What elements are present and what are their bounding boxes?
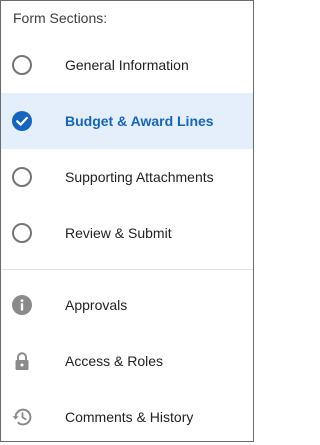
section-item-budget-award-lines[interactable]: Budget & Award Lines bbox=[1, 93, 253, 149]
link-item-comments-history[interactable]: Comments & History bbox=[1, 389, 253, 445]
form-sections-panel: Form Sections: General Information Budge… bbox=[0, 0, 254, 442]
section-item-review-submit[interactable]: Review & Submit bbox=[1, 205, 253, 261]
divider bbox=[1, 269, 253, 270]
check-circle-icon[interactable] bbox=[11, 110, 33, 132]
section-item-general-information[interactable]: General Information bbox=[1, 37, 253, 93]
section-label: General Information bbox=[65, 57, 189, 73]
link-label: Access & Roles bbox=[65, 353, 164, 369]
lock-icon bbox=[11, 350, 33, 372]
link-label: Comments & History bbox=[65, 409, 194, 425]
link-item-approvals[interactable]: Approvals bbox=[1, 277, 253, 333]
section-label: Review & Submit bbox=[65, 225, 172, 241]
info-icon bbox=[11, 294, 33, 316]
radio-unchecked-icon[interactable] bbox=[11, 166, 33, 188]
link-label: Approvals bbox=[65, 297, 128, 313]
link-item-access-roles[interactable]: Access & Roles bbox=[1, 333, 253, 389]
radio-unchecked-icon[interactable] bbox=[11, 54, 33, 76]
section-item-supporting-attachments[interactable]: Supporting Attachments bbox=[1, 149, 253, 205]
panel-title: Form Sections: bbox=[13, 10, 108, 26]
radio-unchecked-icon[interactable] bbox=[11, 222, 33, 244]
section-label: Supporting Attachments bbox=[65, 169, 214, 185]
history-icon bbox=[11, 406, 33, 428]
section-label: Budget & Award Lines bbox=[65, 113, 214, 129]
